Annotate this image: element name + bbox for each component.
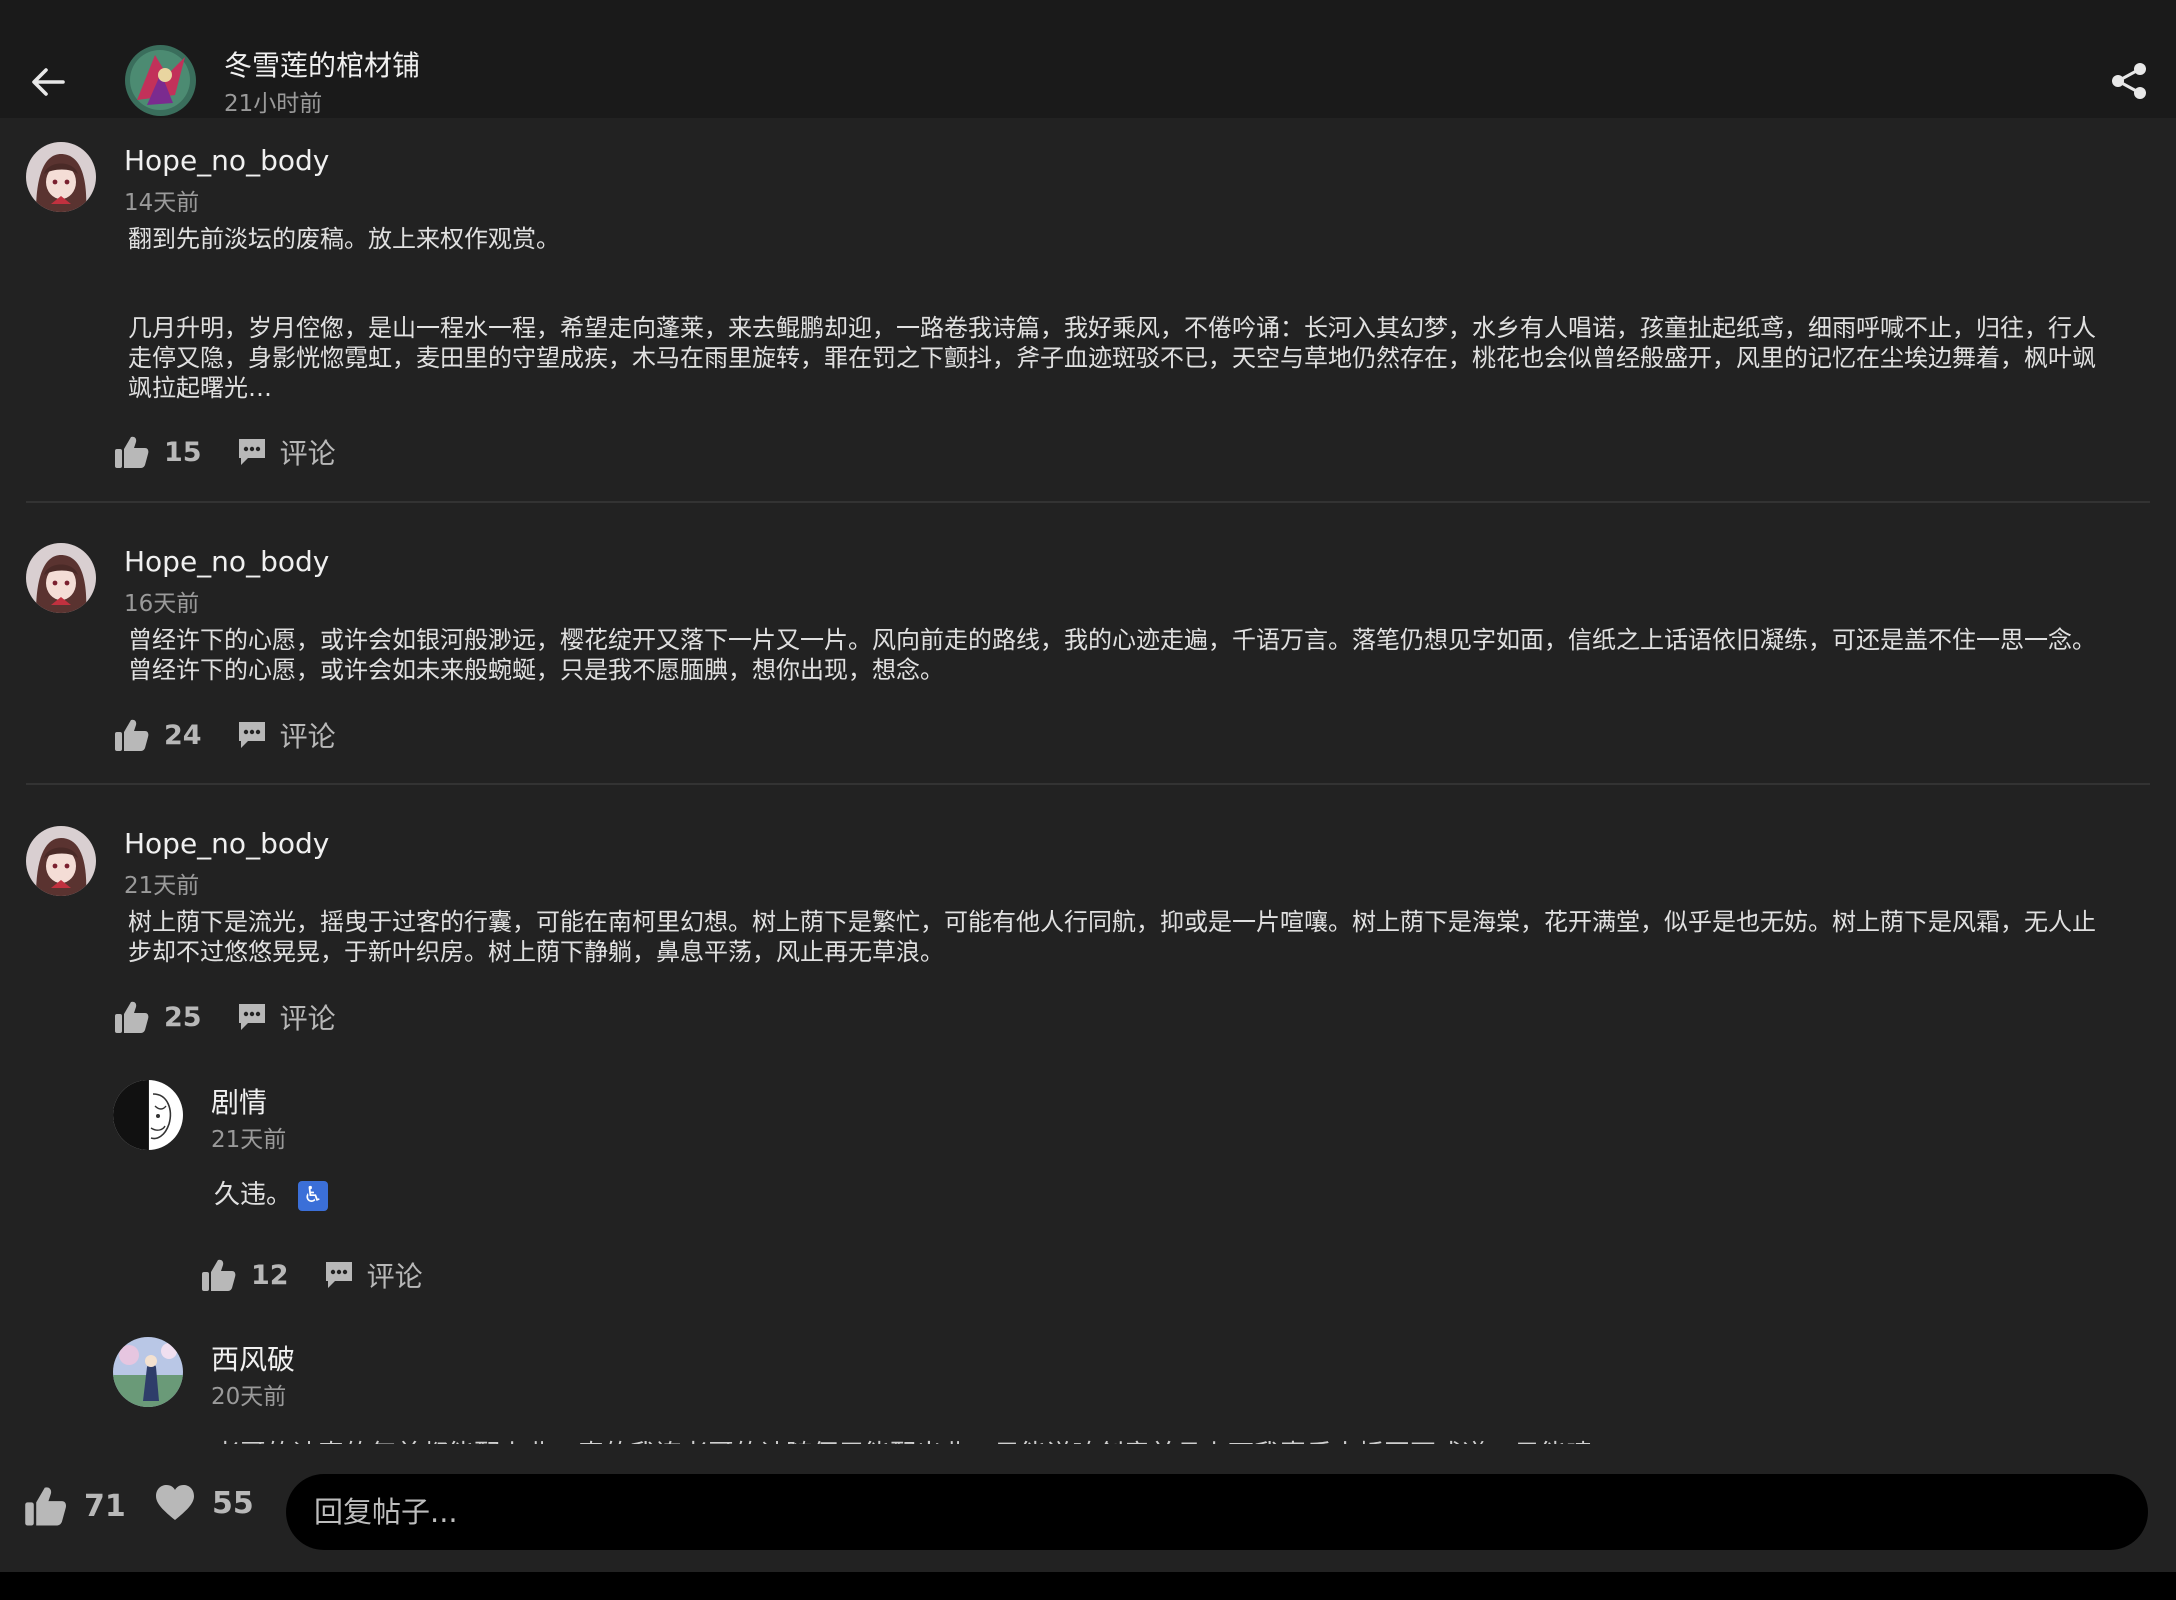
top-bar: 冬雪莲的棺材铺 21小时前 [0,0,2176,118]
divider [26,783,2150,785]
comment-button[interactable]: 评论 [236,997,336,1037]
thread-like-count: 71 [84,1488,126,1524]
comment-time: 21天前 [211,1127,287,1153]
heart-icon [156,1485,194,1520]
thumbs-up-icon [115,1001,149,1033]
username[interactable]: Hope_no_body [124,827,329,860]
divider [26,501,2150,503]
app: 冬雪莲的棺材铺 21小时前 Hope_no_body 14天前 翻到先前淡坛的废… [0,0,2176,1572]
like-count: 24 [164,719,202,751]
reply-input[interactable] [286,1474,2148,1550]
like-button[interactable]: 15 [114,435,202,469]
comment-text: 树上荫下是流光，摇曳于过客的行囊，可能在南柯里幻想。树上荫下是繁忙，可能有他人行… [128,908,2096,966]
like-button[interactable]: 24 [114,718,202,752]
comment-label: 评论 [279,437,336,470]
avatar[interactable] [26,142,96,212]
comment-actions: 24 评论 [114,713,336,757]
comment-text: 曾经许下的心愿，或许会如银河般渺远，樱花绽开又落下一片又一片。风向前走的路线，我… [128,626,2096,684]
thumbs-up-icon [115,719,149,751]
comment-time: 14天前 [124,190,200,216]
username[interactable]: 剧情 [211,1081,267,1121]
reply-text-content: 久违。 [214,1180,293,1210]
comment-label: 评论 [366,1260,423,1293]
comment-text: 翻到先前淡坛的废稿。放上来权作观赏。 [128,225,560,253]
bottom-bar: 71 55 [0,1444,2176,1572]
arrow-left-icon [32,68,65,96]
reply-text: 久违。 ♿ [214,1180,329,1211]
comment-icon [325,1262,352,1288]
thumbs-up-icon [115,436,149,468]
comment-label: 评论 [279,720,336,753]
comment-button[interactable]: 评论 [236,715,336,755]
share-icon [2112,63,2146,99]
thread-heart-count: 55 [212,1485,254,1521]
thumbs-up-icon [25,1487,67,1526]
comment-icon [238,1004,265,1030]
avatar[interactable] [26,826,96,896]
comment-actions: 15 评论 [114,430,336,474]
thread-favorite-button[interactable]: 55 [154,1484,254,1522]
back-button[interactable] [22,56,74,108]
username[interactable]: Hope_no_body [124,545,329,578]
thread-like-button[interactable]: 71 [24,1484,126,1528]
comment-actions: 12 评论 [201,1253,423,1297]
comment-icon [238,439,265,465]
avatar[interactable] [26,543,96,613]
share-button[interactable] [2104,56,2154,106]
thread-time: 21小时前 [224,91,323,117]
comment-time: 16天前 [124,591,200,617]
avatar[interactable] [113,1080,183,1150]
author-avatar[interactable] [125,45,196,116]
comment-icon [238,722,265,748]
comment-actions: 25 评论 [114,995,336,1039]
comment-time: 21天前 [124,873,200,899]
comment-button[interactable]: 评论 [236,432,336,472]
thread-title: 冬雪莲的棺材铺 [224,49,421,82]
username[interactable]: Hope_no_body [124,144,329,177]
username[interactable]: 西风破 [211,1338,295,1378]
thumbs-up-icon [202,1259,236,1291]
like-button[interactable]: 25 [114,1000,202,1034]
accessibility-emoji-icon: ♿ [298,1180,329,1211]
comment-button[interactable]: 评论 [323,1255,423,1295]
like-count: 12 [251,1259,289,1291]
avatar[interactable] [113,1337,183,1407]
comment-label: 评论 [279,1002,336,1035]
comment-time: 20天前 [211,1384,287,1410]
like-count: 25 [164,1001,202,1033]
comment-text: 几月升明，岁月倥偬，是山一程水一程，希望走向蓬莱，来去鲲鹏却迎，一路卷我诗篇，我… [128,314,2096,402]
like-button[interactable]: 12 [201,1258,289,1292]
like-count: 15 [164,436,202,468]
